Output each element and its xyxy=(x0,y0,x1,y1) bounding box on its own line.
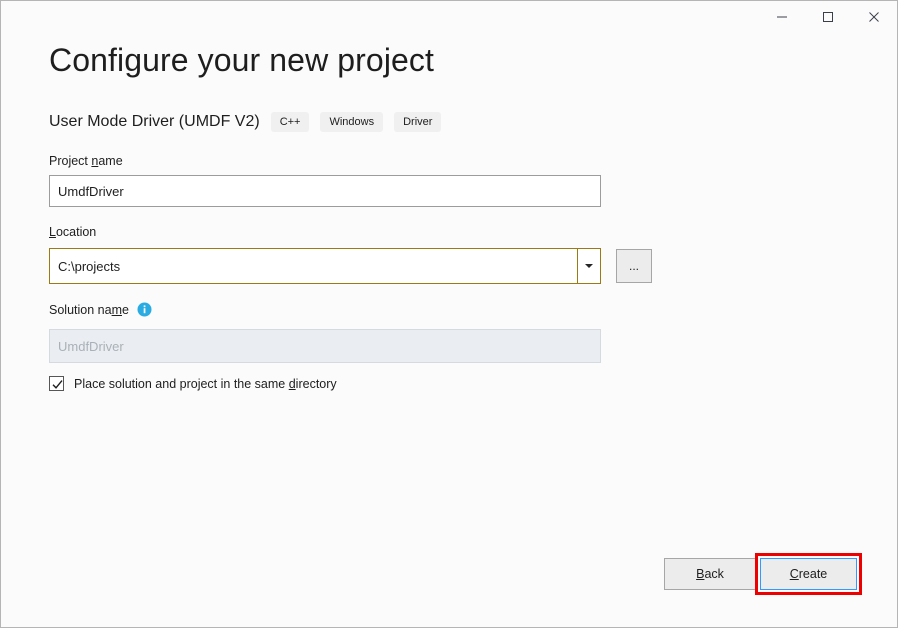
template-summary-row: User Mode Driver (UMDF V2) C++ Windows D… xyxy=(49,111,442,133)
chevron-down-icon xyxy=(585,264,593,268)
tag-project-type: Driver xyxy=(394,112,442,132)
back-button[interactable]: Back xyxy=(664,558,756,590)
same-directory-checkbox[interactable] xyxy=(49,376,64,391)
browse-button[interactable]: ... xyxy=(616,249,652,283)
solution-name-label-row: Solution name xyxy=(49,302,152,317)
minimize-button[interactable] xyxy=(759,1,805,33)
same-directory-label: Place solution and project in the same d… xyxy=(74,376,337,391)
maximize-button[interactable] xyxy=(805,1,851,33)
location-dropdown-button[interactable] xyxy=(577,249,600,283)
create-button[interactable]: Create xyxy=(760,558,857,590)
close-button[interactable] xyxy=(851,1,897,33)
minimize-icon xyxy=(776,11,788,23)
close-icon xyxy=(868,11,880,23)
info-icon[interactable] xyxy=(137,302,152,317)
title-bar xyxy=(1,1,897,33)
same-directory-row[interactable]: Place solution and project in the same d… xyxy=(49,376,337,391)
tag-language: C++ xyxy=(270,112,310,132)
solution-name-input xyxy=(49,329,601,363)
solution-name-label: Solution name xyxy=(49,302,129,317)
template-name: User Mode Driver (UMDF V2) xyxy=(49,113,260,130)
location-combobox[interactable] xyxy=(49,248,601,284)
page-title: Configure your new project xyxy=(49,42,435,78)
location-input[interactable] xyxy=(50,249,577,283)
project-name-label: Project name xyxy=(49,154,123,168)
configure-new-project-dialog: Configure your new project User Mode Dri… xyxy=(0,0,898,628)
tag-platform: Windows xyxy=(320,112,384,132)
maximize-icon xyxy=(822,11,834,23)
location-label: Location xyxy=(49,225,97,239)
project-name-input[interactable] xyxy=(49,175,601,207)
